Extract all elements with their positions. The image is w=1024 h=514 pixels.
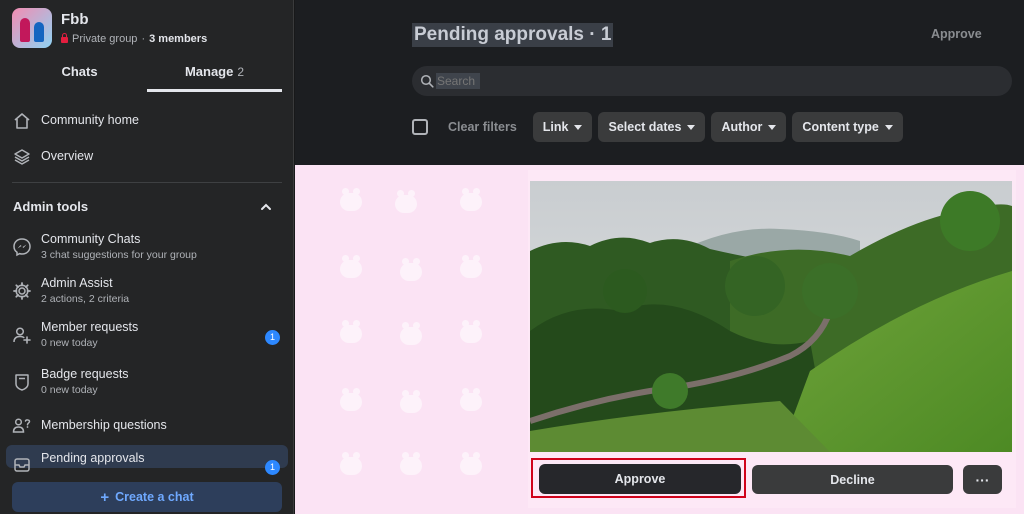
messenger-icon xyxy=(13,238,31,257)
sidebar-item-sub: 3 chat suggestions for your group xyxy=(41,249,197,261)
select-all-checkbox[interactable] xyxy=(412,119,428,135)
pattern-decoration xyxy=(460,320,482,343)
caret-down-icon xyxy=(884,124,893,130)
sidebar-item-membership-questions[interactable]: Membership questions xyxy=(6,416,288,436)
group-avatar[interactable] xyxy=(12,8,52,48)
notification-badge: 1 xyxy=(265,330,280,345)
sidebar-item-sub: 0 new today xyxy=(41,384,98,396)
group-name[interactable]: Fbb xyxy=(61,11,207,28)
sidebar-item-label: Community Chats xyxy=(41,232,141,246)
filter-label: Content type xyxy=(802,120,879,134)
sidebar-item-pending-approvals[interactable]: Pending approvals 1 xyxy=(6,445,288,475)
pattern-decoration xyxy=(340,388,362,411)
tab-manage-count: 2 xyxy=(237,65,245,79)
shield-icon xyxy=(15,374,29,391)
pattern-decoration xyxy=(340,452,362,475)
sidebar-tabs: Chats Manage 2 xyxy=(12,58,282,92)
pattern-decoration xyxy=(340,320,362,343)
tray-icon xyxy=(14,458,30,472)
filter-content-type-dropdown[interactable]: Content type xyxy=(792,112,903,142)
sidebar-item-label: Member requests xyxy=(41,320,139,334)
pattern-decoration xyxy=(400,390,422,413)
search-input[interactable] xyxy=(436,73,480,89)
pattern-decoration xyxy=(460,388,482,411)
sidebar-item-member-requests[interactable]: Member requests 0 new today 1 xyxy=(6,320,288,349)
filter-author-dropdown[interactable]: Author xyxy=(711,112,787,142)
sidebar-item-community-chats[interactable]: Community Chats 3 chat suggestions for yo… xyxy=(6,232,288,261)
sidebar-item-label: Admin Assist xyxy=(41,276,113,290)
home-icon xyxy=(14,113,30,129)
lock-icon xyxy=(61,33,68,43)
add-person-icon xyxy=(13,327,31,344)
sidebar-item-label: Pending approvals xyxy=(41,451,145,465)
pattern-decoration xyxy=(395,190,417,213)
sidebar: Fbb Private group · 3 members Chats Mana… xyxy=(0,0,294,514)
sidebar-item-admin-assist[interactable]: Admin Assist 2 actions, 2 criteria xyxy=(6,276,288,305)
page-title: Pending approvals · 1 xyxy=(412,23,614,47)
pattern-decoration xyxy=(460,452,482,475)
group-members[interactable]: 3 members xyxy=(149,33,207,45)
search-icon xyxy=(420,74,434,88)
admin-tools-heading: Admin tools xyxy=(13,199,89,214)
pattern-decoration xyxy=(460,188,482,211)
sidebar-item-label: Overview xyxy=(41,149,94,163)
pattern-decoration xyxy=(400,322,422,345)
filter-label: Link xyxy=(542,120,569,134)
group-header[interactable]: Fbb Private group · 3 members xyxy=(12,8,207,48)
people-question-icon xyxy=(12,418,31,433)
sidebar-item-sub: 0 new today xyxy=(41,337,98,349)
group-privacy: Private group xyxy=(72,33,138,45)
pattern-decoration xyxy=(340,188,362,211)
divider xyxy=(12,182,282,183)
filter-label: Author xyxy=(721,120,763,134)
notification-badge: 1 xyxy=(265,460,280,475)
sidebar-item-community-home[interactable]: Community home xyxy=(6,111,288,131)
caret-down-icon xyxy=(687,124,696,130)
pattern-decoration xyxy=(400,452,422,475)
create-chat-button[interactable]: + Create a chat xyxy=(12,482,282,512)
decline-post-button[interactable]: Decline xyxy=(752,465,953,494)
layers-icon xyxy=(14,149,30,165)
sidebar-item-label: Community home xyxy=(41,113,139,127)
filter-select-dates-dropdown[interactable]: Select dates xyxy=(598,112,706,142)
filter-bar: Clear filters Link Select dates Author C… xyxy=(412,112,903,142)
pattern-decoration xyxy=(460,255,482,278)
caret-down-icon xyxy=(574,124,583,130)
pattern-decoration xyxy=(400,258,422,281)
clear-filters-button[interactable]: Clear filters xyxy=(448,120,517,134)
sidebar-item-badge-requests[interactable]: Badge requests 0 new today xyxy=(6,367,288,396)
tab-chats[interactable]: Chats xyxy=(12,58,147,92)
sidebar-item-label: Membership questions xyxy=(41,418,167,432)
tab-manage[interactable]: Manage 2 xyxy=(147,58,282,92)
post-photo[interactable] xyxy=(530,181,1012,452)
pattern-decoration xyxy=(340,255,362,278)
filter-link-dropdown[interactable]: Link xyxy=(532,112,593,142)
more-options-button[interactable]: ··· xyxy=(963,465,1002,494)
sidebar-item-sub: 2 actions, 2 criteria xyxy=(41,293,130,305)
separator-dot: · xyxy=(141,33,146,45)
approve-all-button[interactable]: Approve xyxy=(931,27,982,41)
filter-label: Select dates xyxy=(608,120,682,134)
create-chat-label: Create a chat xyxy=(115,490,194,504)
sidebar-item-label: Badge requests xyxy=(41,367,129,381)
group-info: Private group · 3 members xyxy=(61,33,207,45)
plus-icon: + xyxy=(100,488,110,506)
sidebar-item-overview[interactable]: Overview xyxy=(6,147,288,167)
caret-down-icon xyxy=(768,124,777,130)
tab-manage-label: Manage xyxy=(184,64,234,79)
chevron-up-icon[interactable] xyxy=(260,201,272,213)
gear-icon xyxy=(13,282,31,300)
search-bar[interactable] xyxy=(412,66,1012,96)
approve-post-button[interactable]: Approve xyxy=(539,464,741,494)
tab-chats-label: Chats xyxy=(61,64,98,79)
